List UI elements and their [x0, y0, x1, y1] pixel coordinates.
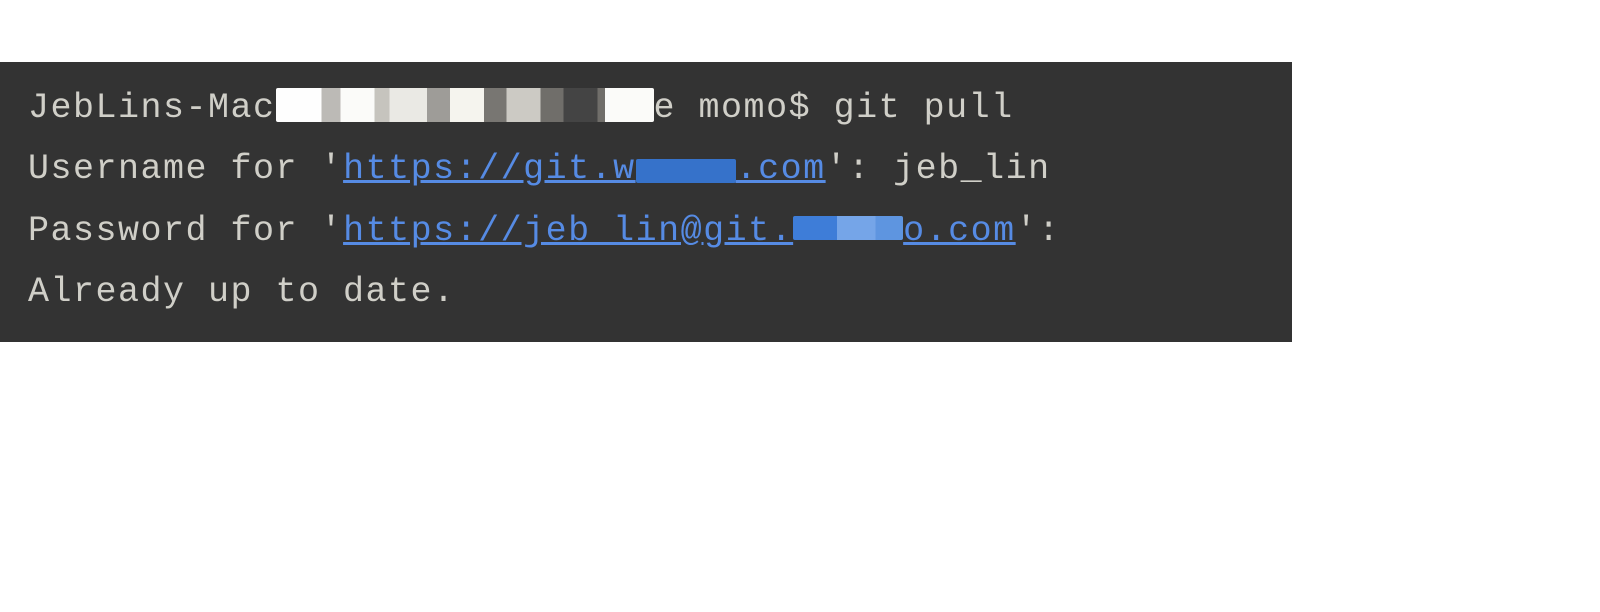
username-url-link[interactable]: https://git.w .com: [343, 149, 826, 189]
url-prefix: https://git.w: [343, 149, 636, 189]
terminal-line-password-prompt: Password for 'https://jeb_lin@git. o.com'…: [28, 201, 1264, 262]
terminal-line-result: Already up to date.: [28, 262, 1264, 323]
password-after: ':: [1016, 211, 1061, 251]
url-suffix: .com: [736, 149, 826, 189]
username-label: Username for ': [28, 149, 343, 189]
terminal-line-username-prompt: Username for 'https://git.w .com': jeb_li…: [28, 139, 1264, 200]
url-prefix: https://jeb_lin@git.: [343, 211, 793, 251]
redacted-segment: [793, 216, 903, 240]
password-url-link[interactable]: https://jeb_lin@git. o.com: [343, 211, 1016, 251]
prompt-command: e momo$ git pull: [654, 88, 1014, 128]
terminal-line-command: JebLins-Mac e momo$ git pull: [28, 78, 1264, 139]
terminal-window[interactable]: JebLins-Mac e momo$ git pull Username for…: [0, 62, 1292, 342]
result-text: Already up to date.: [28, 272, 456, 312]
url-suffix: o.com: [903, 211, 1016, 251]
prompt-host: JebLins-Mac: [28, 88, 276, 128]
redacted-segment: [636, 159, 736, 183]
redacted-segment: [276, 88, 654, 122]
password-label: Password for ': [28, 211, 343, 251]
username-value: ': jeb_lin: [826, 149, 1051, 189]
